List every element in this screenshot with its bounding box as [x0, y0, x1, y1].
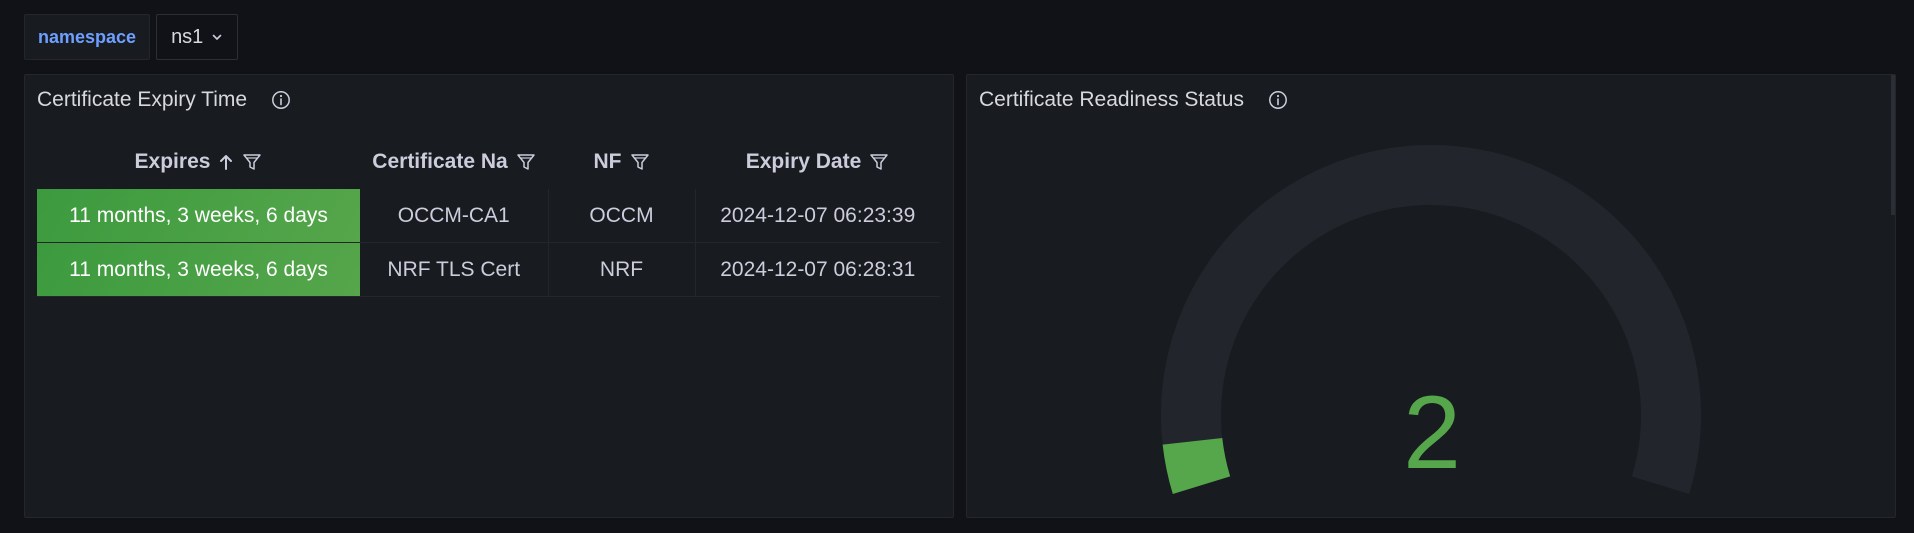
sort-ascending-icon	[220, 155, 233, 170]
panel-title: Certificate Expiry Time	[37, 88, 248, 111]
filter-icon[interactable]	[516, 152, 536, 172]
column-label: Certificate Na	[372, 150, 508, 173]
filter-icon[interactable]	[869, 152, 889, 172]
cell-expires: 11 months, 3 weeks, 6 days	[37, 242, 360, 297]
namespace-select-value: ns1	[171, 25, 204, 48]
table-row: 11 months, 3 weeks, 6 days NRF TLS Cert …	[37, 242, 940, 297]
certificate-expiry-panel: Certificate Expiry Time Expires Certific…	[24, 74, 954, 518]
column-header-nf[interactable]: NF	[548, 135, 695, 189]
cell-nf: OCCM	[548, 189, 696, 243]
namespace-select[interactable]: ns1	[156, 14, 239, 60]
chevron-down-icon	[213, 34, 222, 40]
variable-bar: namespace ns1	[24, 14, 239, 60]
namespace-variable-label: namespace	[24, 14, 151, 60]
scrollbar[interactable]	[1891, 75, 1895, 215]
info-icon[interactable]	[271, 90, 291, 110]
filter-icon[interactable]	[630, 152, 650, 172]
cell-certificate-name: NRF TLS Cert	[360, 242, 549, 297]
gauge-value: 2	[1403, 375, 1461, 491]
cell-expiry-date: 2024-12-07 06:28:31	[695, 242, 940, 297]
certificate-readiness-panel: Certificate Readiness Status 2	[966, 74, 1896, 518]
filter-icon[interactable]	[242, 152, 262, 172]
column-label: Expiry Date	[745, 150, 862, 173]
column-label: Expires	[134, 150, 211, 173]
cell-certificate-name: OCCM-CA1	[360, 189, 549, 243]
column-header-certificate-name[interactable]: Certificate Na	[360, 135, 548, 189]
panel-header: Certificate Expiry Time	[37, 87, 291, 113]
cell-expires: 11 months, 3 weeks, 6 days	[37, 189, 360, 243]
column-header-expiry-date[interactable]: Expiry Date	[695, 135, 940, 189]
certificate-table: Expires Certificate Na NF Expiry Date 11…	[37, 135, 940, 297]
cell-nf: NRF	[548, 242, 696, 297]
cell-expiry-date: 2024-12-07 06:23:39	[695, 189, 940, 243]
table-header-row: Expires Certificate Na NF Expiry Date	[37, 135, 940, 189]
column-label: NF	[593, 150, 622, 173]
column-header-expires[interactable]: Expires	[37, 135, 360, 189]
table-row: 11 months, 3 weeks, 6 days OCCM-CA1 OCCM…	[37, 189, 940, 243]
